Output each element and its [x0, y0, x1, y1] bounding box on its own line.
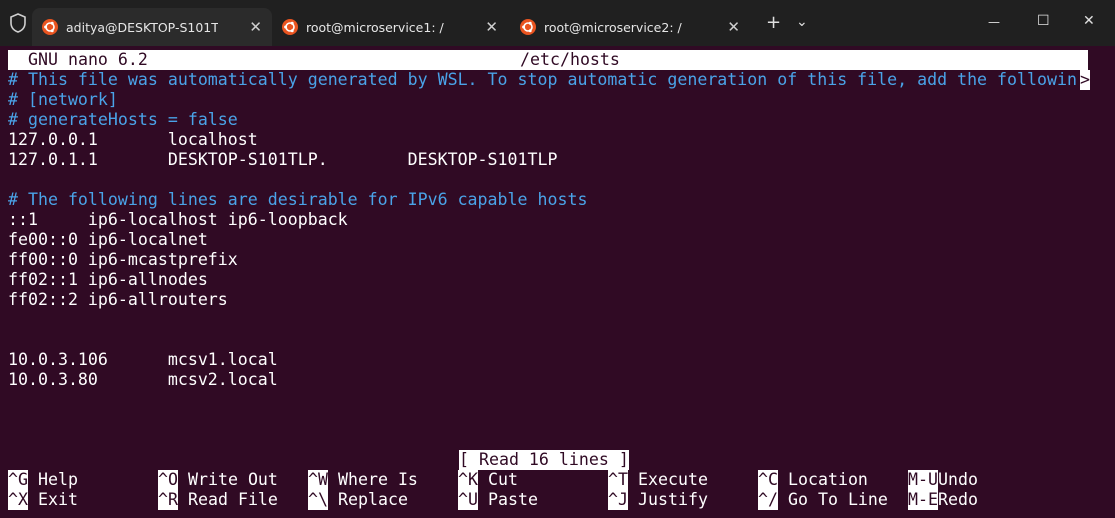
- shortcut-key: ^\: [308, 490, 328, 510]
- shortcut-label: Justify: [638, 490, 708, 509]
- ubuntu-icon: [42, 19, 58, 35]
- shortcut-key: ^T: [608, 470, 628, 490]
- tab-label: aditya@DESKTOP-S101TLP: /et: [66, 19, 218, 35]
- file-line: ff00::0 ip6-mcastprefix: [8, 250, 238, 269]
- line-truncation-marker: >: [1080, 70, 1090, 90]
- file-line: 10.0.3.106 mcsv1.local: [8, 350, 278, 369]
- file-line: fe00::0 ip6-localnet: [8, 230, 208, 249]
- shortcut-label: Location: [788, 470, 868, 489]
- shield-icon: [10, 13, 26, 33]
- tab-microservice1[interactable]: root@microservice1: / ✕: [272, 8, 508, 46]
- shortcut-key: ^J: [608, 490, 628, 510]
- ubuntu-icon: [282, 19, 298, 35]
- file-line: ff02::1 ip6-allnodes: [8, 270, 208, 289]
- tab-microservice2[interactable]: root@microservice2: / ✕: [510, 8, 750, 46]
- tab-aditya[interactable]: aditya@DESKTOP-S101TLP: /et ✕: [32, 8, 272, 46]
- shortcut-label: Cut: [488, 470, 518, 489]
- shortcut-key: ^C: [758, 470, 778, 490]
- file-line: ff02::2 ip6-allrouters: [8, 290, 228, 309]
- shortcut-label: Exit: [38, 490, 78, 509]
- shortcut-key: ^K: [458, 470, 478, 490]
- shortcut-label: Where Is: [338, 470, 418, 489]
- shortcut-label: Paste: [488, 490, 538, 509]
- ubuntu-icon: [520, 19, 536, 35]
- terminal[interactable]: GNU nano 6.2 /etc/hosts # This file was …: [0, 46, 1115, 518]
- shortcut-key: M-E: [908, 490, 938, 510]
- status-message: [ Read 16 lines ]: [459, 450, 629, 470]
- shortcut-label: Redo: [938, 490, 978, 509]
- shortcut-label: Go To Line: [788, 490, 888, 509]
- file-line: 10.0.3.80 mcsv2.local: [8, 370, 278, 389]
- file-line: # generateHosts = false: [8, 110, 238, 129]
- shortcut-key: ^O: [158, 470, 178, 490]
- nano-header: GNU nano 6.2 /etc/hosts: [8, 50, 1088, 70]
- new-tab-button[interactable]: +: [766, 14, 781, 32]
- maximize-button[interactable]: ☐: [1037, 13, 1050, 29]
- shortcut-key: ^G: [8, 470, 28, 490]
- title-bar: aditya@DESKTOP-S101TLP: /et ✕ root@micro…: [0, 0, 1115, 46]
- shortcut-label: Write Out: [188, 470, 278, 489]
- shortcut-key: M-U: [908, 470, 938, 490]
- tab-label: root@microservice2: /: [544, 19, 682, 35]
- close-icon[interactable]: ✕: [249, 19, 262, 35]
- nano-version: GNU nano 6.2: [28, 50, 148, 69]
- shortcut-label: Help: [38, 470, 78, 489]
- file-line: 127.0.0.1 localhost: [8, 130, 258, 149]
- shortcut-label: Read File: [188, 490, 278, 509]
- close-window-button[interactable]: ✕: [1083, 13, 1095, 29]
- shortcut-key: ^U: [458, 490, 478, 510]
- file-line: # [network]: [8, 90, 118, 109]
- file-line: # The following lines are desirable for …: [8, 190, 588, 209]
- minimize-button[interactable]: —: [988, 14, 1000, 30]
- shortcut-label: Execute: [638, 470, 708, 489]
- shortcut-key: ^/: [758, 490, 778, 510]
- file-name: /etc/hosts: [520, 50, 620, 69]
- shortcut-label: Replace: [338, 490, 408, 509]
- close-icon[interactable]: ✕: [727, 19, 740, 35]
- shortcut-key: ^W: [308, 470, 328, 490]
- file-line: ::1 ip6-localhost ip6-loopback: [8, 210, 348, 229]
- file-line: 127.0.1.1 DESKTOP-S101TLP. DESKTOP-S101T…: [8, 150, 558, 169]
- chevron-down-icon[interactable]: ⌄: [796, 14, 808, 30]
- shortcut-key: ^X: [8, 490, 28, 510]
- shortcut-label: Undo: [938, 470, 978, 489]
- tab-label: root@microservice1: /: [306, 19, 444, 35]
- shortcut-key: ^R: [158, 490, 178, 510]
- close-icon[interactable]: ✕: [485, 19, 498, 35]
- file-line: # This file was automatically generated …: [8, 70, 1077, 89]
